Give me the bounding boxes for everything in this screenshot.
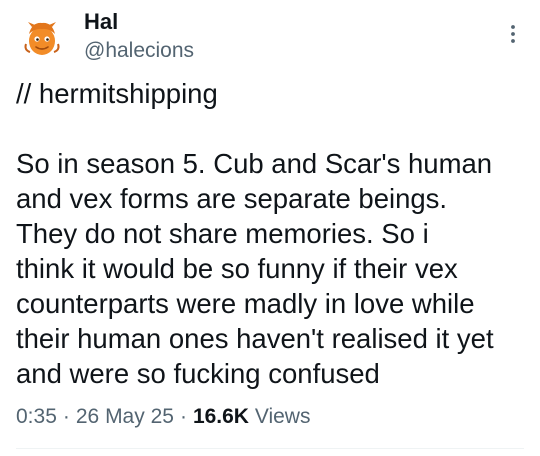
orange-cartoon-avatar-icon xyxy=(18,14,66,62)
tweet-body-line: counterparts were madly in love while xyxy=(16,288,475,319)
tweet-meta: 0:35 · 26 May 25 · 16.6K Views xyxy=(16,402,310,432)
tweet-body-line: and vex forms are separate beings. xyxy=(16,183,448,214)
author-handle[interactable]: @halecions xyxy=(84,36,194,66)
tweet-tag-line: // hermitshipping xyxy=(16,78,218,109)
tweet-date[interactable]: 26 May 25 xyxy=(76,405,174,428)
tweet-body-line: They do not share memories. So i xyxy=(16,218,429,249)
tweet-body-line: and were so fucking confused xyxy=(16,358,380,389)
tweet-time[interactable]: 0:35 xyxy=(16,405,57,428)
views-label: Views xyxy=(254,405,311,428)
tweet-body-line: So in season 5. Cub and Scar's human xyxy=(16,148,493,179)
meta-separator: · xyxy=(62,405,70,428)
author-display-name[interactable]: Hal xyxy=(84,8,194,36)
tweet-body-line: think it would be so funny if their vex xyxy=(16,253,458,284)
tweet-body-line: their human ones haven't realised it yet xyxy=(16,323,494,354)
author-info: Hal @halecions xyxy=(84,8,194,66)
meta-separator: · xyxy=(179,405,187,428)
author-avatar[interactable] xyxy=(18,14,66,62)
tweet-text: // hermitshipping So in season 5. Cub an… xyxy=(16,76,528,391)
more-options-button[interactable] xyxy=(506,22,520,46)
views-count[interactable]: 16.6K xyxy=(193,405,249,428)
more-vertical-icon xyxy=(511,25,515,43)
tweet-card: Hal @halecions // hermitshipping So in s… xyxy=(0,0,540,456)
divider xyxy=(16,448,524,449)
